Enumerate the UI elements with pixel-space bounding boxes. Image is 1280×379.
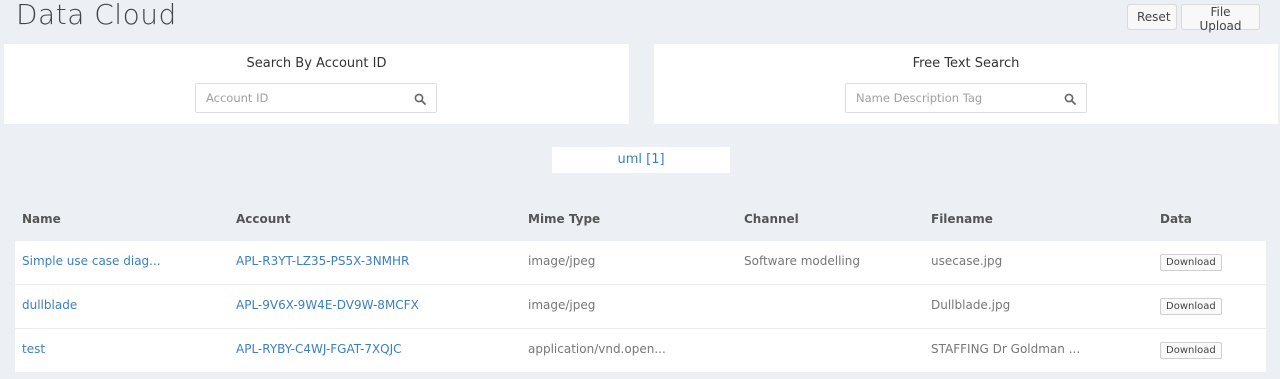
page-title: Data Cloud <box>16 0 177 31</box>
free-text-search-title: Free Text Search <box>912 56 1020 71</box>
account-search-panel: Search By Account ID <box>4 44 629 124</box>
download-button[interactable]: Download <box>1160 342 1222 359</box>
free-text-input[interactable] <box>846 84 1056 112</box>
account-search-box <box>195 83 437 113</box>
table-row: Simple use case diag... APL-R3YT-LZ35-PS… <box>15 241 1266 285</box>
download-button[interactable]: Download <box>1160 298 1222 315</box>
account-search-title: Search By Account ID <box>246 56 387 71</box>
table-header: Name Account Mime Type Channel Filename … <box>0 212 1280 228</box>
col-header-channel[interactable]: Channel <box>744 212 799 226</box>
data-table: Simple use case diag... APL-R3YT-LZ35-PS… <box>15 241 1266 372</box>
row-mime-type: application/vnd.open... <box>528 342 666 356</box>
row-name-link[interactable]: dullblade <box>22 298 77 312</box>
row-account-link[interactable]: APL-9V6X-9W4E-DV9W-8MCFX <box>236 298 419 312</box>
row-account-link[interactable]: APL-R3YT-LZ35-PS5X-3NMHR <box>236 254 409 268</box>
table-row: dullblade APL-9V6X-9W4E-DV9W-8MCFX image… <box>15 285 1266 329</box>
row-filename: Dullblade.jpg <box>931 298 1011 312</box>
row-name-link[interactable]: test <box>22 342 45 356</box>
search-icon[interactable] <box>1064 93 1076 105</box>
row-filename: STAFFING Dr Goldman ... <box>931 342 1081 356</box>
row-mime-type: image/jpeg <box>528 254 596 268</box>
free-text-search-box <box>845 83 1087 113</box>
table-row: test APL-RYBY-C4WJ-FGAT-7XQJC applicatio… <box>15 329 1266 372</box>
row-name-link[interactable]: Simple use case diag... <box>22 254 161 268</box>
file-upload-button[interactable]: File Upload <box>1181 4 1260 33</box>
download-button[interactable]: Download <box>1160 254 1222 271</box>
row-account-link[interactable]: APL-RYBY-C4WJ-FGAT-7XQJC <box>236 342 402 356</box>
free-text-search-panel: Free Text Search <box>654 44 1278 124</box>
row-filename: usecase.jpg <box>931 254 1003 268</box>
col-header-name[interactable]: Name <box>22 212 61 226</box>
col-header-data: Data <box>1160 212 1192 226</box>
col-header-mime-type[interactable]: Mime Type <box>528 212 600 226</box>
reset-button[interactable]: Reset <box>1127 4 1177 30</box>
tag-filter-uml[interactable]: uml [1] <box>552 147 730 173</box>
search-icon[interactable] <box>414 93 426 105</box>
account-id-input[interactable] <box>196 84 406 112</box>
row-channel: Software modelling <box>744 254 860 268</box>
row-mime-type: image/jpeg <box>528 298 596 312</box>
col-header-account[interactable]: Account <box>236 212 291 226</box>
col-header-filename[interactable]: Filename <box>931 212 993 226</box>
